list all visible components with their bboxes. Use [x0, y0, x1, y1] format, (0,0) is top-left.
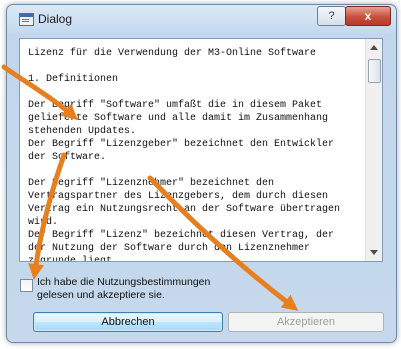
accept-button[interactable]: Akzeptieren — [228, 312, 384, 332]
license-text-area[interactable]: Lizenz für die Verwendung der M3-Online … — [19, 38, 383, 262]
scrollbar-thumb[interactable] — [368, 59, 381, 83]
scroll-down-arrow-icon[interactable] — [370, 250, 378, 255]
accept-terms-label[interactable]: Ich habe die Nutzungsbestimmungen gelese… — [37, 276, 210, 302]
vertical-scrollbar[interactable] — [365, 39, 382, 261]
accept-terms-checkbox[interactable] — [20, 279, 33, 292]
dialog-app-icon — [19, 13, 34, 26]
help-button[interactable]: ? — [317, 6, 346, 26]
cancel-button[interactable]: Abbrechen — [33, 312, 223, 332]
close-button[interactable]: x — [345, 6, 391, 26]
dialog-title: Dialog — [38, 12, 73, 26]
title-bar[interactable]: Dialog ? x — [7, 5, 396, 33]
license-text: Lizenz für die Verwendung der M3-Online … — [28, 48, 341, 262]
scroll-up-arrow-icon[interactable] — [370, 45, 378, 50]
